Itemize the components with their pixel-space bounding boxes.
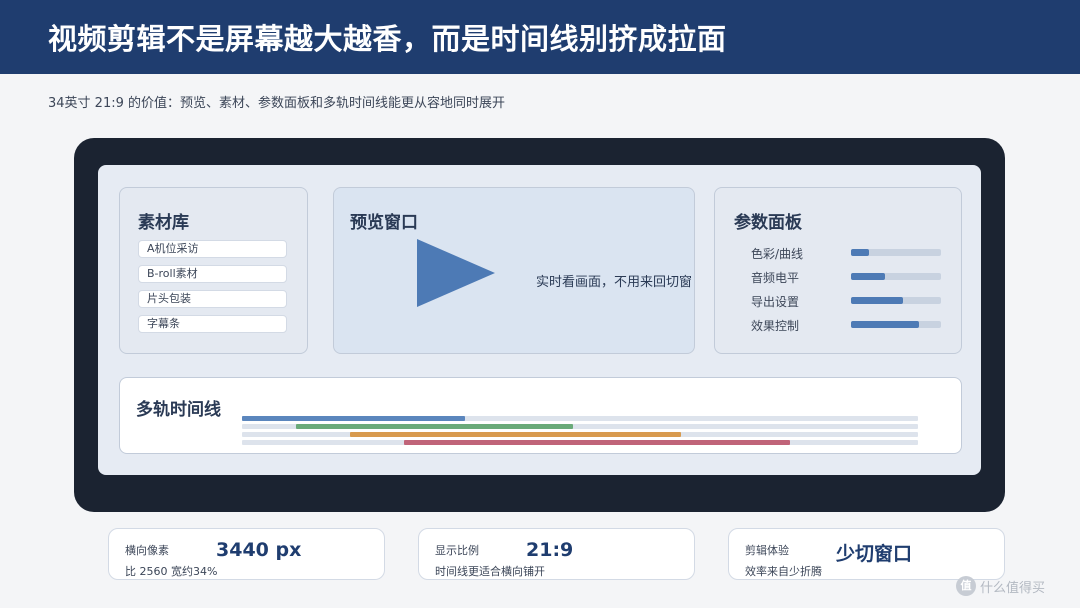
stat-note: 比 2560 宽约34% <box>125 565 218 578</box>
stat-card-aspect-ratio: 显示比例 21:9 时间线更适合横向铺开 <box>418 528 695 580</box>
stat-value: 21:9 <box>526 539 574 561</box>
editor-screen: 素材库 A机位采访 B-roll素材 片头包装 字幕条 预览窗口 实时看画面，不… <box>98 165 981 475</box>
preview-window-panel: 预览窗口 实时看画面，不用来回切窗 <box>333 187 695 354</box>
stat-value: 3440 px <box>216 539 302 561</box>
asset-library-panel: 素材库 A机位采访 B-roll素材 片头包装 字幕条 <box>119 187 308 354</box>
header-bar: 视频剪辑不是屏幕越大越香，而是时间线别挤成拉面 <box>0 0 1080 74</box>
param-slider-fill <box>851 249 869 256</box>
param-label: 色彩/曲线 <box>751 247 804 261</box>
param-label: 效果控制 <box>751 319 800 333</box>
asset-item[interactable]: A机位采访 <box>138 240 287 258</box>
param-slider-track[interactable] <box>851 249 941 256</box>
stat-label: 剪辑体验 <box>745 544 789 557</box>
page-subtitle: 34英寸 21:9 的价值：预览、素材、参数面板和多轨时间线能更从容地同时展开 <box>48 96 505 111</box>
preview-window-title: 预览窗口 <box>350 213 418 233</box>
asset-item[interactable]: 片头包装 <box>138 290 287 308</box>
param-slider-track[interactable] <box>851 273 941 280</box>
asset-item[interactable]: B-roll素材 <box>138 265 287 283</box>
param-slider-fill <box>851 273 886 280</box>
stat-value: 少切窗口 <box>836 543 913 565</box>
timeline-clip[interactable] <box>350 432 682 437</box>
stat-label: 显示比例 <box>435 544 479 557</box>
timeline-title: 多轨时间线 <box>136 400 221 420</box>
param-label: 音频电平 <box>751 271 800 285</box>
play-icon[interactable] <box>417 239 495 307</box>
timeline-clip[interactable] <box>296 424 574 429</box>
param-slider-track[interactable] <box>851 321 941 328</box>
asset-library-title: 素材库 <box>138 213 189 233</box>
page-title: 视频剪辑不是屏幕越大越香，而是时间线别挤成拉面 <box>48 22 727 56</box>
timeline-panel: 多轨时间线 <box>119 377 962 454</box>
stat-card-resolution: 横向像素 3440 px 比 2560 宽约34% <box>108 528 385 580</box>
param-label: 导出设置 <box>751 295 800 309</box>
param-slider-fill <box>851 321 920 328</box>
watermark: 值 什么值得买 <box>956 573 1045 599</box>
preview-caption: 实时看画面，不用来回切窗 <box>536 275 693 290</box>
timeline-clip[interactable] <box>404 440 790 445</box>
monitor-frame: 素材库 A机位采访 B-roll素材 片头包装 字幕条 预览窗口 实时看画面，不… <box>74 138 1005 512</box>
asset-item[interactable]: 字幕条 <box>138 315 287 333</box>
timeline-track <box>242 416 918 421</box>
parameter-panel-title: 参数面板 <box>734 213 802 233</box>
stat-note: 时间线更适合横向铺开 <box>435 565 545 578</box>
timeline-clip[interactable] <box>242 416 466 421</box>
zhi-logo-icon: 值 <box>956 576 976 596</box>
stat-note: 效率来自少折腾 <box>745 565 822 578</box>
param-slider-fill <box>851 297 904 304</box>
watermark-text: 什么值得买 <box>980 580 1046 596</box>
timeline-track <box>242 424 918 429</box>
timeline-track <box>242 432 918 437</box>
timeline-track <box>242 440 918 445</box>
stat-label: 横向像素 <box>125 544 169 557</box>
parameter-panel: 参数面板 色彩/曲线 音频电平 导出设置 效果控制 <box>714 187 962 354</box>
param-slider-track[interactable] <box>851 297 941 304</box>
